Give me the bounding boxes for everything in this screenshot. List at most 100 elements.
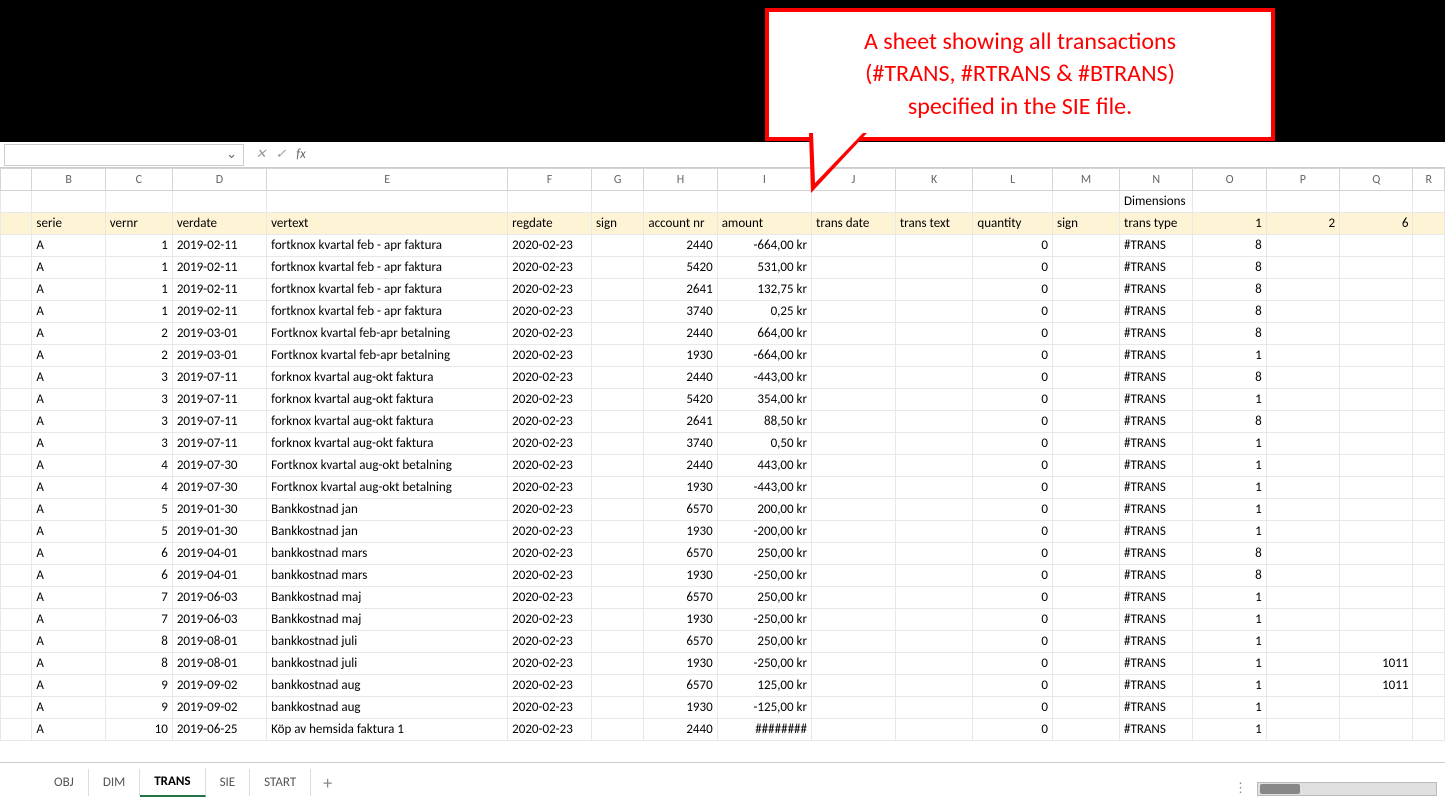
- cell[interactable]: [1052, 697, 1119, 719]
- cell[interactable]: Bankkostnad maj: [267, 587, 508, 609]
- cell[interactable]: 1930: [644, 697, 717, 719]
- table-header-cell[interactable]: verdate: [172, 213, 266, 235]
- cell[interactable]: 1: [1193, 455, 1266, 477]
- cell[interactable]: 1: [1193, 345, 1266, 367]
- cell[interactable]: 0: [973, 543, 1053, 565]
- cell[interactable]: A: [32, 411, 105, 433]
- cell[interactable]: [1413, 433, 1445, 455]
- cell[interactable]: [1266, 279, 1339, 301]
- cell[interactable]: [895, 411, 973, 433]
- cell[interactable]: [1413, 653, 1445, 675]
- table-row[interactable]: A92019-09-02bankkostnad aug2020-02-23657…: [1, 675, 1445, 697]
- table-row[interactable]: A42019-07-30Fortknox kvartal aug-okt bet…: [1, 477, 1445, 499]
- column-header[interactable]: H: [644, 169, 717, 191]
- table-row[interactable]: A52019-01-30Bankkostnad jan2020-02-23193…: [1, 521, 1445, 543]
- table-row[interactable]: A22019-03-01Fortknox kvartal feb-apr bet…: [1, 345, 1445, 367]
- cell[interactable]: 8: [1193, 301, 1266, 323]
- cell[interactable]: -250,00 kr: [717, 609, 811, 631]
- column-header[interactable]: O: [1193, 169, 1266, 191]
- cell[interactable]: [1052, 323, 1119, 345]
- cell[interactable]: [1266, 543, 1339, 565]
- table-header-cell[interactable]: trans date: [812, 213, 896, 235]
- cell[interactable]: A: [32, 653, 105, 675]
- cell[interactable]: [812, 323, 896, 345]
- cell[interactable]: [591, 675, 643, 697]
- cell[interactable]: [1266, 257, 1339, 279]
- column-header[interactable]: L: [973, 169, 1053, 191]
- cell[interactable]: 3740: [644, 301, 717, 323]
- cell[interactable]: [1266, 697, 1339, 719]
- cell[interactable]: [1413, 675, 1445, 697]
- cell[interactable]: 3740: [644, 433, 717, 455]
- cell[interactable]: [1340, 719, 1413, 741]
- cell[interactable]: 8: [1193, 565, 1266, 587]
- cell[interactable]: 2641: [644, 411, 717, 433]
- cell[interactable]: [105, 191, 172, 213]
- cell[interactable]: 2440: [644, 323, 717, 345]
- cell[interactable]: #TRANS: [1120, 455, 1193, 477]
- column-header[interactable]: D: [172, 169, 266, 191]
- cell[interactable]: [1052, 565, 1119, 587]
- table-row[interactable]: A72019-06-03Bankkostnad maj2020-02-23657…: [1, 587, 1445, 609]
- cell[interactable]: 0: [973, 279, 1053, 301]
- cell[interactable]: fortknox kvartal feb - apr faktura: [267, 301, 508, 323]
- cell[interactable]: [1340, 543, 1413, 565]
- cell[interactable]: [1340, 389, 1413, 411]
- cell[interactable]: Dimensions: [1120, 191, 1193, 213]
- cell[interactable]: [267, 191, 508, 213]
- column-header[interactable]: I: [717, 169, 811, 191]
- cell[interactable]: -443,00 kr: [717, 477, 811, 499]
- cell[interactable]: 8: [1193, 543, 1266, 565]
- cell[interactable]: [1413, 235, 1445, 257]
- cell[interactable]: #TRANS: [1120, 389, 1193, 411]
- cell[interactable]: [895, 235, 973, 257]
- cell[interactable]: 0: [973, 587, 1053, 609]
- table-header-cell[interactable]: vernr: [105, 213, 172, 235]
- sheet-tab-sie[interactable]: SIE: [206, 769, 251, 796]
- cell[interactable]: #TRANS: [1120, 675, 1193, 697]
- cell[interactable]: A: [32, 301, 105, 323]
- cell[interactable]: 2019-07-30: [172, 477, 266, 499]
- cell[interactable]: A: [32, 565, 105, 587]
- cell[interactable]: [895, 191, 973, 213]
- name-box[interactable]: ⌄: [4, 144, 244, 166]
- cell[interactable]: [1052, 543, 1119, 565]
- cell[interactable]: [1413, 213, 1445, 235]
- cell[interactable]: [1266, 235, 1339, 257]
- cell[interactable]: 3: [105, 389, 172, 411]
- cell[interactable]: 1: [1193, 719, 1266, 741]
- cell[interactable]: [1266, 719, 1339, 741]
- cell[interactable]: 1: [105, 301, 172, 323]
- cell[interactable]: bankkostnad mars: [267, 543, 508, 565]
- cell[interactable]: 2019-07-30: [172, 455, 266, 477]
- cell[interactable]: 4: [105, 455, 172, 477]
- cell[interactable]: A: [32, 235, 105, 257]
- cell[interactable]: [591, 543, 643, 565]
- cell[interactable]: [1413, 323, 1445, 345]
- cell[interactable]: [812, 389, 896, 411]
- cell[interactable]: #TRANS: [1120, 411, 1193, 433]
- cell[interactable]: [1266, 411, 1339, 433]
- cell[interactable]: A: [32, 433, 105, 455]
- cell[interactable]: A: [32, 631, 105, 653]
- cell[interactable]: 2: [105, 323, 172, 345]
- sheet-tab-trans[interactable]: TRANS: [140, 768, 205, 797]
- cell[interactable]: [895, 389, 973, 411]
- column-header[interactable]: C: [105, 169, 172, 191]
- cell[interactable]: [1052, 301, 1119, 323]
- cell[interactable]: [1266, 191, 1339, 213]
- cell[interactable]: #TRANS: [1120, 367, 1193, 389]
- cell[interactable]: [1052, 191, 1119, 213]
- cell[interactable]: 1: [1193, 609, 1266, 631]
- cell[interactable]: 2020-02-23: [508, 323, 592, 345]
- cell[interactable]: 10: [105, 719, 172, 741]
- cell[interactable]: 2020-02-23: [508, 477, 592, 499]
- cell[interactable]: [1266, 675, 1339, 697]
- table-header-cell[interactable]: amount: [717, 213, 811, 235]
- cell[interactable]: [973, 191, 1053, 213]
- cell[interactable]: [812, 477, 896, 499]
- cell[interactable]: #TRANS: [1120, 565, 1193, 587]
- cell[interactable]: 0: [973, 675, 1053, 697]
- cell[interactable]: [1413, 587, 1445, 609]
- cell[interactable]: [591, 367, 643, 389]
